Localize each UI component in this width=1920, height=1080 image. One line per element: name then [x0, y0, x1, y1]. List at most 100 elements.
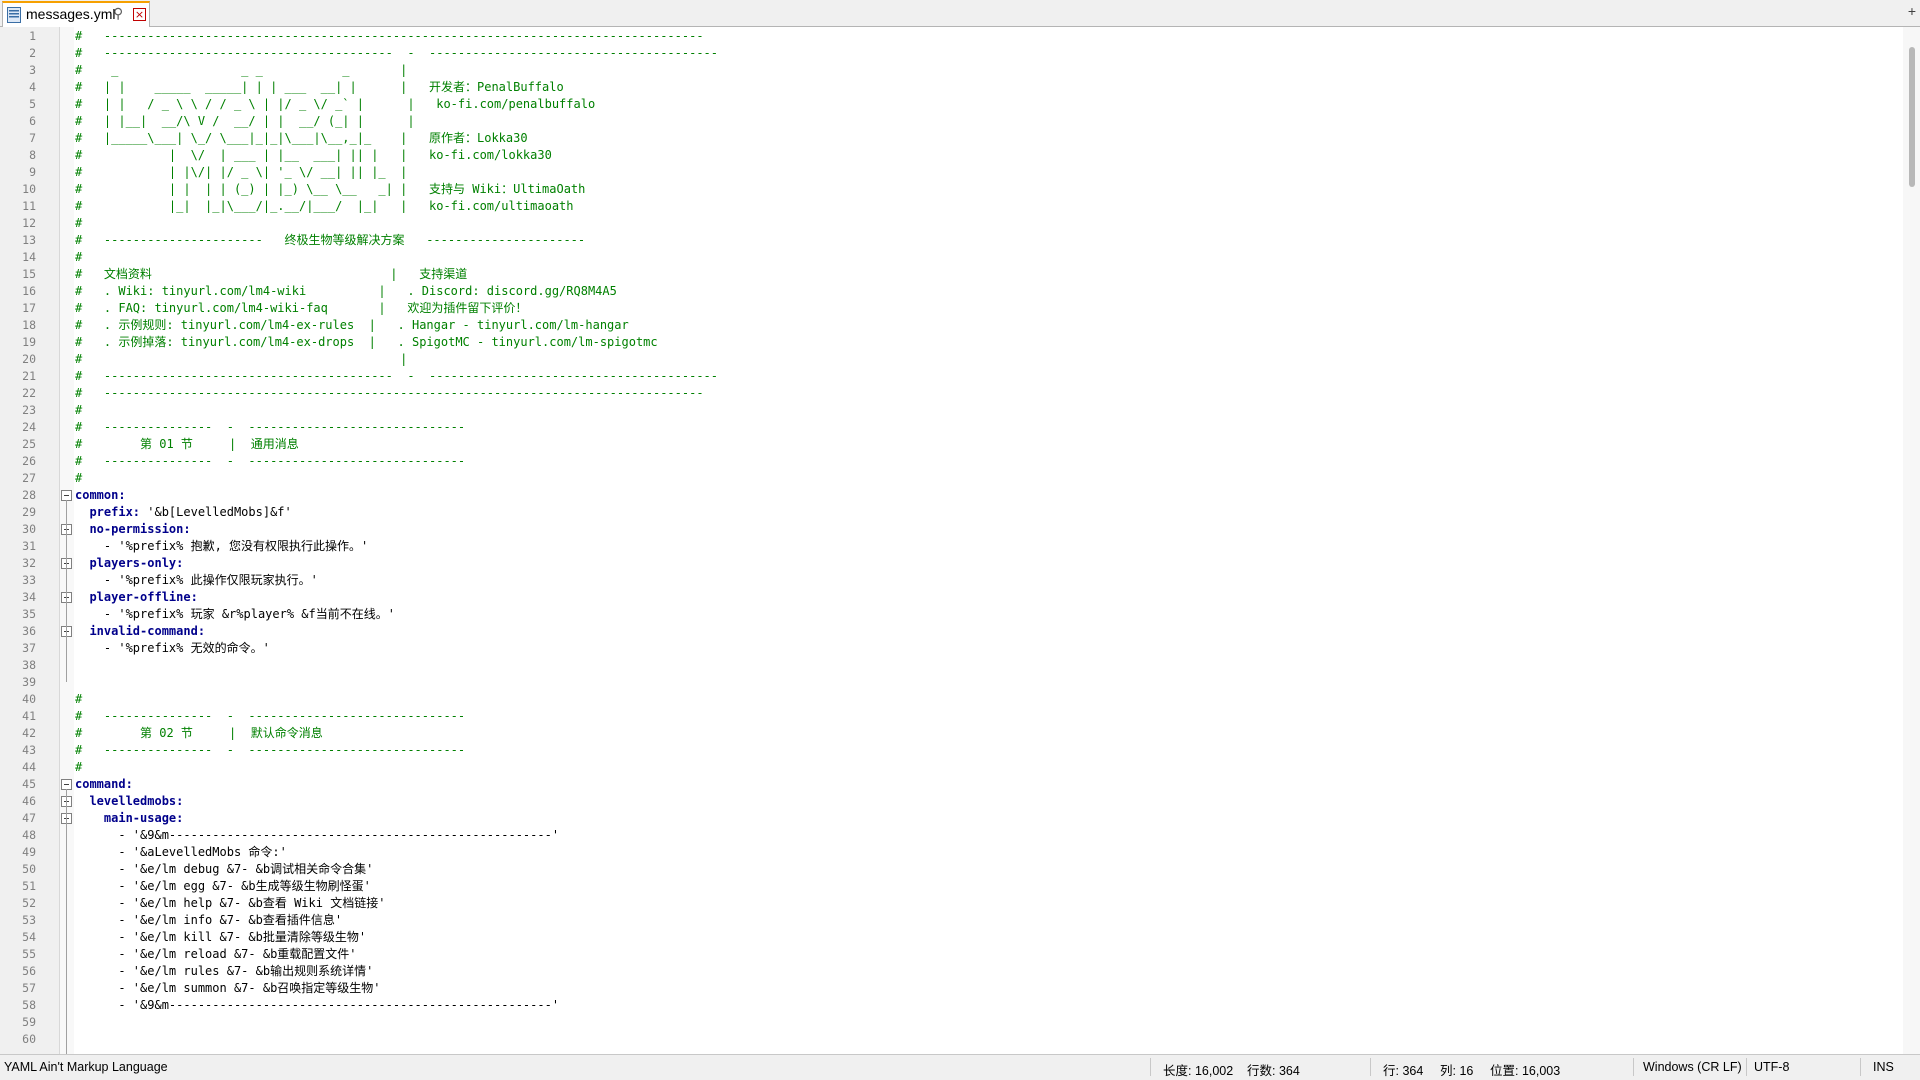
- status-cursor-pos: 位置: 16,003: [1490, 1064, 1561, 1078]
- code-line[interactable]: - '&e/lm help &7- &b查看 Wiki 文档链接': [75, 895, 385, 912]
- line-number: 15: [22, 267, 36, 281]
- code-line[interactable]: command:: [75, 776, 133, 793]
- line-number: 29: [22, 505, 36, 519]
- status-line-count: 行数: 364: [1247, 1064, 1300, 1078]
- line-number: 19: [22, 335, 36, 349]
- code-line[interactable]: - '&e/lm summon &7- &b召唤指定等级生物': [75, 980, 380, 997]
- status-encoding[interactable]: UTF-8: [1754, 1060, 1789, 1074]
- code-line[interactable]: - '&9&m---------------------------------…: [75, 827, 559, 844]
- close-tab-icon[interactable]: ×: [133, 8, 146, 21]
- line-number: 42: [22, 726, 36, 740]
- fold-guide-line: [66, 789, 67, 1056]
- line-number: 41: [22, 709, 36, 723]
- code-line[interactable]: - '&e/lm info &7- &b查看插件信息': [75, 912, 342, 929]
- code-line[interactable]: - '&e/lm kill &7- &b批量清除等级生物': [75, 929, 366, 946]
- line-number: 55: [22, 947, 36, 961]
- code-line[interactable]: # --------------- - --------------------…: [75, 742, 465, 759]
- line-number: 32: [22, 556, 36, 570]
- code-line[interactable]: # --------------------------------------…: [75, 385, 704, 402]
- code-line[interactable]: # . 示例掉落: tinyurl.com/lm4-ex-drops | . S…: [75, 334, 658, 351]
- line-number: 56: [22, 964, 36, 978]
- pin-icon[interactable]: ⚲: [113, 5, 123, 22]
- code-line[interactable]: - '&e/lm rules &7- &b输出规则系统详情': [75, 963, 373, 980]
- line-number: 10: [22, 182, 36, 196]
- code-line[interactable]: - '%prefix% 玩家 &r%player% &f当前不在线。': [75, 606, 395, 623]
- code-line[interactable]: # | |__| __/\ V / __/ | | __/ (_| | |: [75, 113, 415, 130]
- code-line[interactable]: # ---------------------- 终极生物等级解决方案 ----…: [75, 232, 585, 249]
- code-line[interactable]: # |: [75, 351, 407, 368]
- line-number: 35: [22, 607, 36, 621]
- status-insert-mode[interactable]: INS: [1873, 1060, 1894, 1074]
- code-line[interactable]: #: [75, 215, 82, 232]
- line-number: 12: [22, 216, 36, 230]
- code-line[interactable]: - '%prefix% 无效的命令。': [75, 640, 270, 657]
- line-number: 26: [22, 454, 36, 468]
- code-line[interactable]: # | | _____ _____| | | ___ __| | | 开发者：P…: [75, 79, 564, 96]
- code-line[interactable]: #: [75, 470, 82, 487]
- code-line[interactable]: # --------------- - --------------------…: [75, 708, 465, 725]
- line-number: 48: [22, 828, 36, 842]
- code-line[interactable]: no-permission:: [75, 521, 190, 538]
- code-line[interactable]: # . FAQ: tinyurl.com/lm4-wiki-faq | 欢迎为插…: [75, 300, 527, 317]
- code-line[interactable]: # _ _ _ _ |: [75, 62, 407, 79]
- line-number: 46: [22, 794, 36, 808]
- vertical-scrollbar[interactable]: [1903, 27, 1920, 1054]
- code-line[interactable]: # |_____\___| \_/ \___|_|_|\___|\__,_|_ …: [75, 130, 528, 147]
- line-number: 1: [29, 29, 36, 43]
- code-line[interactable]: # --------------- - --------------------…: [75, 419, 465, 436]
- line-number: 25: [22, 437, 36, 451]
- code-line[interactable]: # | | / _ \ \ / / _ \ | |/ _ \/ _` | | k…: [75, 96, 595, 113]
- code-line[interactable]: # | | | | (_) | |_) \__ \__ _| | 支持与 Wik…: [75, 181, 585, 198]
- status-cursor-col: 列: 16: [1440, 1064, 1474, 1078]
- code-line[interactable]: # 文档资料 | 支持渠道: [75, 266, 467, 283]
- code-line[interactable]: # | |\/| |/ _ \| '_ \/ __| || |_ |: [75, 164, 407, 181]
- code-line[interactable]: common:: [75, 487, 126, 504]
- line-number: 30: [22, 522, 36, 536]
- code-line[interactable]: #: [75, 402, 82, 419]
- code-line[interactable]: invalid-command:: [75, 623, 205, 640]
- line-number: 7: [29, 131, 36, 145]
- code-line[interactable]: # 第 01 节 | 通用消息: [75, 436, 299, 453]
- code-line[interactable]: - '&e/lm reload &7- &b重载配置文件': [75, 946, 356, 963]
- code-line[interactable]: - '&aLevelledMobs 命令:': [75, 844, 287, 861]
- line-number: 52: [22, 896, 36, 910]
- code-line[interactable]: prefix: '&b[LevelledMobs]&f': [75, 504, 291, 521]
- line-number: 31: [22, 539, 36, 553]
- code-line[interactable]: # --------------------------------------…: [75, 45, 718, 62]
- line-number: 45: [22, 777, 36, 791]
- code-line[interactable]: player-offline:: [75, 589, 197, 606]
- scrollbar-thumb[interactable]: [1909, 47, 1915, 187]
- code-line[interactable]: # --------------- - --------------------…: [75, 453, 465, 470]
- code-line[interactable]: - '%prefix% 抱歉, 您没有权限执行此操作。': [75, 538, 368, 555]
- tab-messages-yml[interactable]: messages.yml ⚲ ×: [2, 1, 150, 27]
- code-line[interactable]: levelledmobs:: [75, 793, 183, 810]
- code-line[interactable]: - '&9&m---------------------------------…: [75, 997, 559, 1014]
- code-line[interactable]: # . Wiki: tinyurl.com/lm4-wiki | . Disco…: [75, 283, 617, 300]
- code-line[interactable]: #: [75, 759, 82, 776]
- tab-list-icon[interactable]: +: [1908, 3, 1916, 19]
- tab-bar: messages.yml ⚲ × +: [0, 0, 1920, 27]
- status-bar: YAML Ain't Markup Language 长度: 16,002 行数…: [0, 1054, 1920, 1080]
- yaml-key: prefix:: [75, 505, 141, 519]
- code-editor[interactable]: 1 2 3 4 5 6 7 8 9 10 11 12 13 14 15 16 17 18 19 20 21 22 23 24 2…: [0, 27, 1920, 1056]
- code-line[interactable]: # | \/ | ___ | |__ ___| || | | ko-fi.com…: [75, 147, 552, 164]
- line-number: 36: [22, 624, 36, 638]
- line-number: 49: [22, 845, 36, 859]
- line-number-gutter: 1 2 3 4 5 6 7 8 9 10 11 12 13 14 15 16 17 18 19 20 21 22 23 24 2…: [0, 27, 60, 1054]
- code-line[interactable]: - '%prefix% 此操作仅限玩家执行。': [75, 572, 318, 589]
- code-line[interactable]: # 第 02 节 | 默认命令消息: [75, 725, 323, 742]
- code-line[interactable]: - '&e/lm debug &7- &b调试相关命令合集': [75, 861, 373, 878]
- code-line[interactable]: # --------------------------------------…: [75, 368, 718, 385]
- code-line[interactable]: players-only:: [75, 555, 183, 572]
- line-number: 44: [22, 760, 36, 774]
- code-line[interactable]: #: [75, 691, 82, 708]
- status-eol[interactable]: Windows (CR LF): [1643, 1060, 1742, 1074]
- code-line[interactable]: #: [75, 249, 82, 266]
- code-line[interactable]: - '&e/lm egg &7- &b生成等级生物刷怪蛋': [75, 878, 371, 895]
- line-number: 20: [22, 352, 36, 366]
- code-line[interactable]: # . 示例规则: tinyurl.com/lm4-ex-rules | . H…: [75, 317, 629, 334]
- code-line[interactable]: # |_| |_|\___/|_.__/|___/ |_| | ko-fi.co…: [75, 198, 574, 215]
- code-line[interactable]: main-usage:: [75, 810, 183, 827]
- code-line[interactable]: # --------------------------------------…: [75, 28, 704, 45]
- line-number: 38: [22, 658, 36, 672]
